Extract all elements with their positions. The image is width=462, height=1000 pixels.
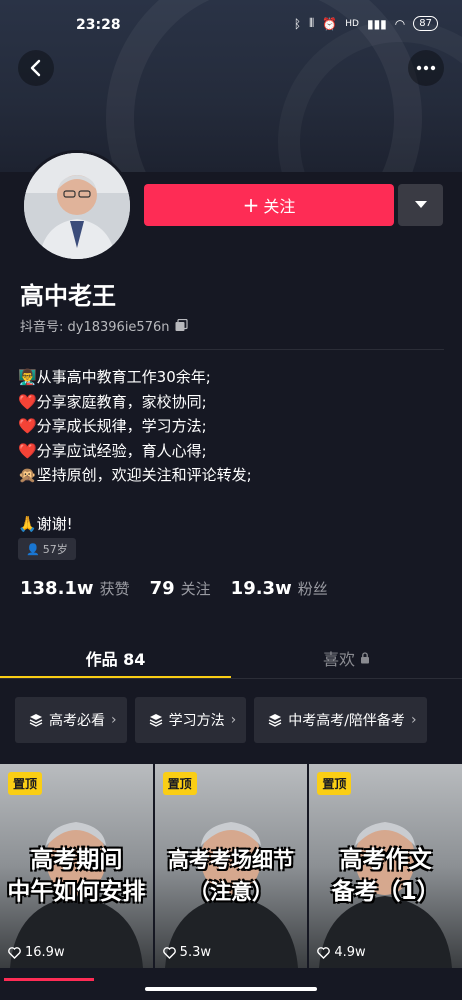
chevron-right-icon: › bbox=[230, 712, 237, 728]
signal-icon: ▮▮▮ bbox=[366, 16, 387, 31]
video-likes: 4.9w bbox=[317, 945, 366, 960]
video-card[interactable]: 置顶 高考作文 备考（1） 4.9w bbox=[309, 764, 462, 968]
stat-label: 关注 bbox=[180, 580, 211, 598]
video-title-line: （注意） bbox=[189, 880, 273, 904]
collection-label: 学习方法 bbox=[168, 713, 225, 729]
home-indicator[interactable] bbox=[145, 987, 317, 991]
status-icons: ᛒ ⦀ ⏰ HD ▮▮▮ ◠ 87 bbox=[294, 16, 438, 31]
stat-label: 获赞 bbox=[99, 580, 130, 598]
video-likes: 5.3w bbox=[162, 945, 211, 960]
divider bbox=[20, 349, 444, 350]
stat-likes: 138.1w 获赞 bbox=[20, 578, 130, 599]
video-title-line: 高考作文 bbox=[339, 847, 432, 873]
heart-outline-icon bbox=[162, 946, 176, 959]
divider bbox=[0, 678, 462, 679]
stat-following[interactable]: 79 关注 bbox=[150, 578, 211, 599]
bio-line: ❤️分享家庭教育，家校协同; bbox=[18, 392, 207, 411]
video-likes-count: 4.9w bbox=[334, 945, 366, 960]
status-time: 23:28 bbox=[76, 17, 121, 33]
recommend-dropdown-button[interactable] bbox=[398, 184, 443, 226]
bio-line bbox=[18, 488, 252, 513]
content-tabs: 作品 84 喜欢 bbox=[0, 638, 462, 678]
back-button[interactable] bbox=[18, 50, 54, 86]
video-likes: 16.9w bbox=[8, 945, 65, 960]
avatar-portrait bbox=[24, 153, 130, 259]
video-title-overlay: 高考作文 备考（1） bbox=[309, 844, 462, 908]
person-icon: 👤 bbox=[26, 542, 40, 556]
collection-label: 中考高考/陪伴备考 bbox=[288, 713, 405, 729]
collection-chip[interactable]: 中考高考/陪伴备考 › bbox=[254, 697, 427, 743]
pinned-badge: 置顶 bbox=[162, 772, 197, 795]
video-title-overlay: 高考期间 中午如何安排 bbox=[0, 844, 153, 908]
pinned-badge: 置顶 bbox=[317, 772, 352, 795]
video-progress-indicator bbox=[4, 978, 94, 981]
alarm-icon: ⏰ bbox=[322, 16, 338, 31]
plus-icon: + bbox=[242, 193, 260, 217]
douyin-id-text: 抖音号: dy18396ie576n bbox=[20, 320, 170, 335]
profile-stats: 138.1w 获赞 79 关注 19.3w 粉丝 bbox=[20, 578, 328, 599]
collection-chip[interactable]: 学习方法 › bbox=[134, 697, 247, 743]
wifi-icon: ◠ bbox=[394, 16, 406, 31]
collection-chips: 高考必看 › 学习方法 › 中考高考/陪伴备考 › bbox=[15, 697, 427, 743]
profile-name: 高中老王 bbox=[20, 282, 116, 310]
follow-label: 关注 bbox=[263, 197, 296, 216]
collection-chip[interactable]: 高考必看 › bbox=[15, 697, 127, 743]
video-card[interactable]: 置顶 高考考场细节 （注意） 5.3w bbox=[154, 764, 308, 968]
layers-icon bbox=[29, 714, 43, 727]
tab-works[interactable]: 作品 84 bbox=[0, 638, 231, 678]
tab-works-label: 作品 84 bbox=[85, 650, 146, 669]
douyin-id: 抖音号: dy18396ie576n bbox=[20, 316, 189, 335]
video-title-overlay: 高考考场细节 （注意） bbox=[155, 844, 308, 908]
video-title-line: 备考（1） bbox=[331, 879, 440, 905]
chevron-right-icon: › bbox=[410, 712, 417, 728]
more-options-button[interactable] bbox=[408, 50, 444, 86]
video-title-line: 中午如何安排 bbox=[7, 879, 146, 905]
bio-line: ❤️分享成长规律，学习方法; bbox=[18, 417, 207, 435]
stat-value: 79 bbox=[149, 578, 175, 599]
video-title-line: 高考期间 bbox=[30, 847, 123, 873]
layers-icon bbox=[268, 714, 282, 727]
lock-icon bbox=[361, 652, 369, 664]
tab-likes[interactable]: 喜欢 bbox=[231, 638, 462, 678]
hd-signal-label: HD bbox=[345, 18, 359, 29]
tab-likes-label: 喜欢 bbox=[322, 650, 355, 669]
bio-line: 🙊坚持原创，欢迎关注和评论转发; bbox=[18, 466, 252, 484]
heart-outline-icon bbox=[8, 946, 21, 959]
profile-bio: 👨‍🏫从事高中教育工作30余年; ❤️分享家庭教育，家校协同; ❤️分享成长规律… bbox=[18, 365, 252, 537]
heart-outline-icon bbox=[317, 946, 331, 959]
age-label: 57岁 bbox=[42, 543, 68, 556]
status-bar: 23:28 ᛒ ⦀ ⏰ HD ▮▮▮ ◠ 87 bbox=[0, 14, 462, 38]
video-likes-count: 5.3w bbox=[179, 945, 211, 960]
vibrate-icon: ⦀ bbox=[309, 16, 315, 30]
stat-label: 粉丝 bbox=[297, 580, 328, 598]
follow-button[interactable]: + 关注 bbox=[144, 184, 394, 226]
video-card[interactable]: 置顶 高考期间 中午如何安排 16.9w bbox=[0, 764, 153, 968]
copy-icon[interactable] bbox=[175, 319, 189, 332]
video-title-line: 高考考场细节 bbox=[168, 848, 294, 872]
avatar[interactable] bbox=[21, 150, 133, 262]
pinned-badge: 置顶 bbox=[8, 772, 43, 795]
more-dots-icon bbox=[416, 65, 436, 71]
age-tag: 👤 57岁 bbox=[18, 538, 76, 560]
bluetooth-icon: ᛒ bbox=[293, 16, 302, 31]
stat-value: 138.1w bbox=[20, 578, 94, 599]
layers-icon bbox=[149, 714, 162, 727]
stat-value: 19.3w bbox=[230, 578, 292, 599]
bio-line: ❤️分享应试经验，育人心得; bbox=[18, 441, 207, 460]
video-grid: 置顶 高考期间 中午如何安排 16.9w 置顶 高考考场细节 （注意） 5.3w bbox=[0, 764, 462, 968]
chevron-left-icon bbox=[30, 59, 41, 77]
caret-down-icon bbox=[414, 201, 427, 208]
collection-label: 高考必看 bbox=[49, 713, 105, 729]
chevron-right-icon: › bbox=[111, 712, 117, 728]
bio-line: 🙏谢谢! bbox=[18, 515, 73, 533]
stat-followers[interactable]: 19.3w 粉丝 bbox=[231, 578, 328, 599]
battery-icon: 87 bbox=[413, 16, 438, 31]
bio-line: 👨‍🏫从事高中教育工作30余年; bbox=[18, 368, 211, 386]
video-likes-count: 16.9w bbox=[25, 945, 65, 960]
